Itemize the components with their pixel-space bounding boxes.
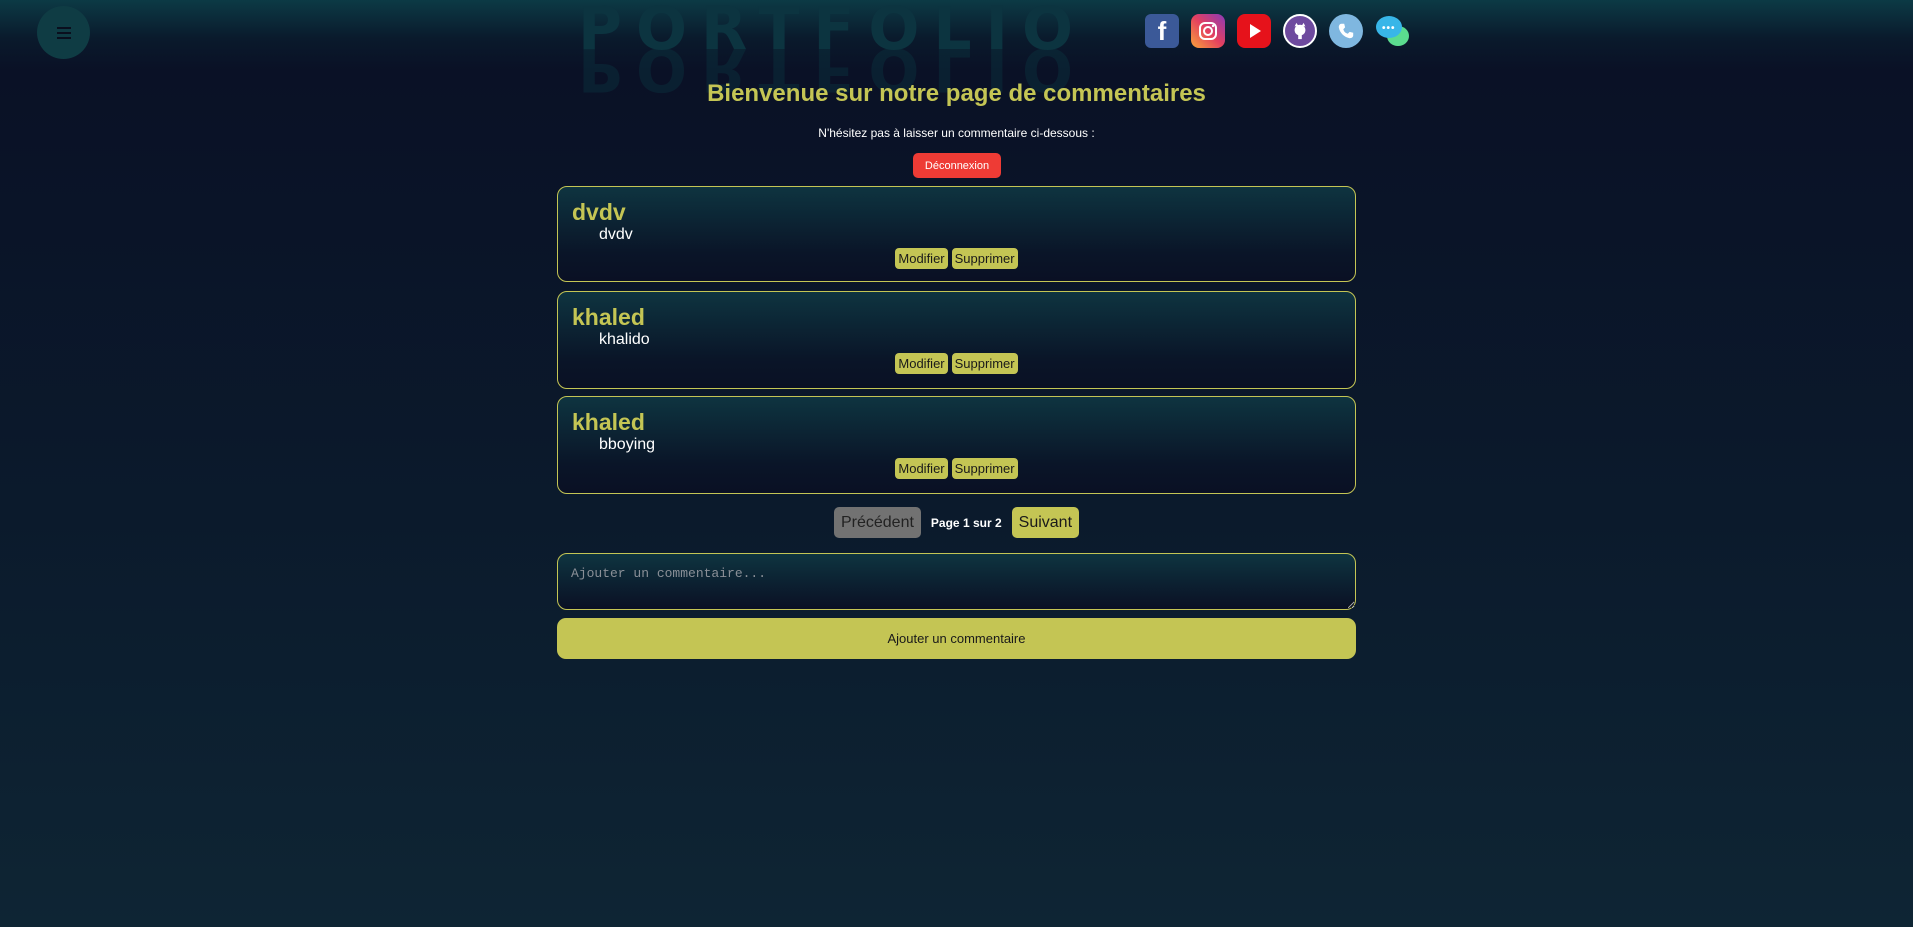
- phone-icon[interactable]: [1329, 14, 1363, 48]
- instagram-icon[interactable]: [1191, 14, 1225, 48]
- hamburger-menu-button[interactable]: [37, 6, 90, 59]
- logout-button[interactable]: Déconnexion: [913, 153, 1001, 178]
- youtube-icon[interactable]: [1237, 14, 1271, 48]
- comment-input[interactable]: [557, 553, 1356, 610]
- page-title: Bienvenue sur notre page de commentaires: [707, 80, 1206, 107]
- add-comment-button[interactable]: Ajouter un commentaire: [557, 618, 1356, 659]
- comment-card: khaled bboying Modifier Supprimer: [557, 396, 1356, 494]
- next-page-button[interactable]: Suivant: [1011, 507, 1080, 538]
- delete-comment-button[interactable]: Supprimer: [951, 353, 1018, 374]
- delete-comment-button[interactable]: Supprimer: [951, 248, 1018, 269]
- edit-comment-button[interactable]: Modifier: [895, 248, 948, 269]
- chat-icon[interactable]: •••: [1375, 14, 1409, 48]
- pagination: Précédent Page 1 sur 2 Suivant: [0, 507, 1913, 538]
- comment-text: bboying: [599, 436, 656, 453]
- github-icon[interactable]: [1283, 14, 1317, 48]
- edit-comment-button[interactable]: Modifier: [895, 353, 948, 374]
- comment-card: dvdv dvdv Modifier Supprimer: [557, 186, 1356, 282]
- previous-page-button[interactable]: Précédent: [833, 507, 921, 538]
- edit-comment-button[interactable]: Modifier: [895, 458, 948, 479]
- comment-text: dvdv: [599, 226, 633, 243]
- social-links: f •••: [1145, 14, 1409, 48]
- comment-actions: Modifier Supprimer: [558, 458, 1355, 479]
- comment-card: khaled khalido Modifier Supprimer: [557, 291, 1356, 389]
- page-indicator: Page 1 sur 2: [930, 515, 1002, 530]
- comment-author: khaled: [572, 304, 645, 330]
- facebook-icon[interactable]: f: [1145, 14, 1179, 48]
- delete-comment-button[interactable]: Supprimer: [951, 458, 1018, 479]
- comment-author: dvdv: [572, 199, 626, 225]
- comment-author: khaled: [572, 409, 645, 435]
- comment-actions: Modifier Supprimer: [558, 248, 1355, 269]
- page-subtitle: N'hésitez pas à laisser un commentaire c…: [818, 126, 1095, 140]
- hamburger-icon: [56, 24, 71, 42]
- comment-text: khalido: [599, 331, 650, 348]
- comment-actions: Modifier Supprimer: [558, 353, 1355, 374]
